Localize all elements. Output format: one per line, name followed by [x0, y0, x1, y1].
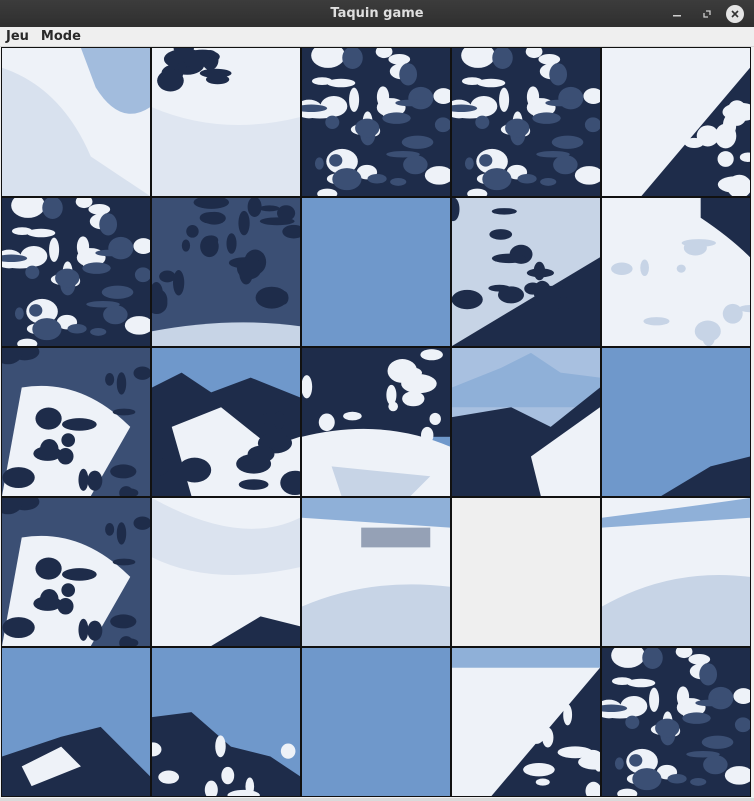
puzzle-tile[interactable] — [601, 347, 751, 497]
puzzle-tile[interactable] — [301, 197, 451, 347]
close-icon[interactable] — [726, 4, 744, 23]
puzzle-tile[interactable] — [601, 497, 751, 647]
window-title: Taquin game — [330, 6, 424, 21]
menu-bar: Jeu Mode — [0, 27, 754, 47]
puzzle-tile[interactable] — [451, 47, 601, 197]
puzzle-tile[interactable] — [451, 197, 601, 347]
restore-icon[interactable] — [696, 3, 718, 25]
title-bar: Taquin game — [0, 0, 754, 27]
puzzle-tile[interactable] — [1, 497, 151, 647]
puzzle-tile[interactable] — [601, 47, 751, 197]
empty-slot[interactable] — [451, 497, 601, 647]
app-window: Taquin game Jeu Mode — [0, 0, 754, 801]
puzzle-tile[interactable] — [151, 197, 301, 347]
menu-jeu[interactable]: Jeu — [6, 29, 29, 44]
puzzle-tile[interactable] — [151, 347, 301, 497]
puzzle-tile[interactable] — [151, 497, 301, 647]
puzzle-tile[interactable] — [301, 47, 451, 197]
menu-mode[interactable]: Mode — [41, 29, 81, 44]
puzzle-tile[interactable] — [151, 647, 301, 797]
puzzle-tile[interactable] — [301, 647, 451, 797]
minimize-icon[interactable] — [666, 3, 688, 25]
puzzle-tile[interactable] — [1, 197, 151, 347]
window-controls — [666, 0, 744, 27]
puzzle-tile[interactable] — [1, 647, 151, 797]
puzzle-tile[interactable] — [451, 647, 601, 797]
puzzle-tile[interactable] — [1, 347, 151, 497]
puzzle-tile[interactable] — [301, 497, 451, 647]
puzzle-tile[interactable] — [151, 47, 301, 197]
puzzle-tile[interactable] — [451, 347, 601, 497]
puzzle-tile[interactable] — [301, 347, 451, 497]
puzzle-tile[interactable] — [601, 197, 751, 347]
puzzle-board — [1, 47, 752, 798]
puzzle-tile[interactable] — [601, 647, 751, 797]
puzzle-tile[interactable] — [1, 47, 151, 197]
